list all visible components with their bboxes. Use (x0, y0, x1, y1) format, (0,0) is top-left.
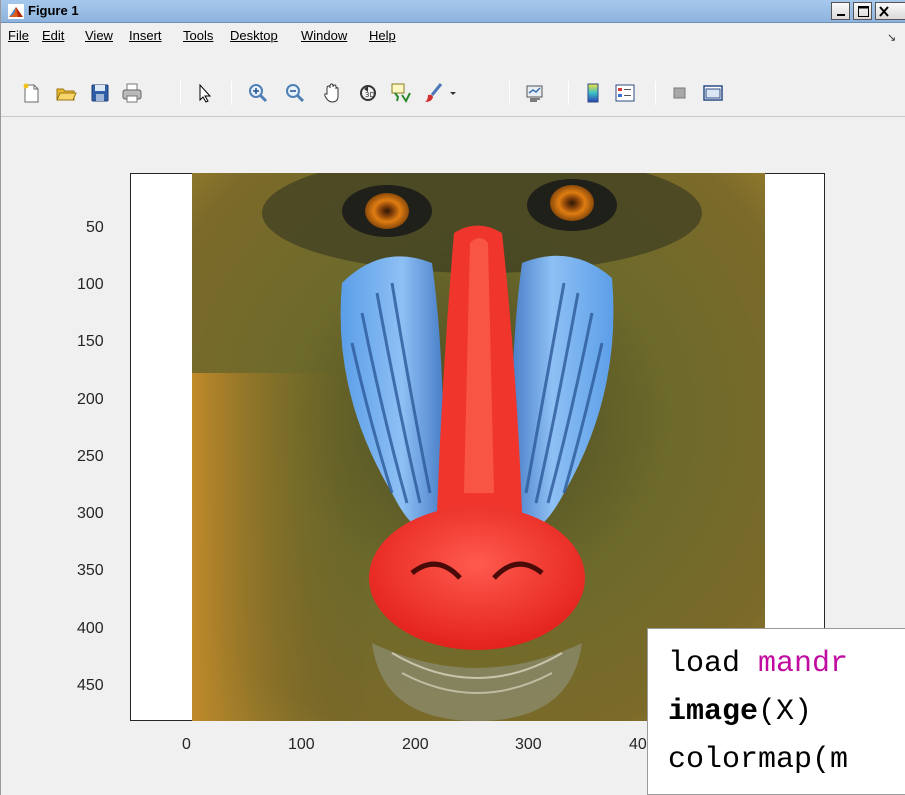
data-cursor-icon[interactable] (389, 81, 413, 105)
minimize-button[interactable] (831, 2, 850, 20)
y-tick-label: 150 (77, 333, 104, 350)
toolbar-separator (509, 81, 510, 105)
menu-window[interactable]: Window (301, 28, 347, 43)
colorbar-icon[interactable] (581, 81, 605, 105)
y-tick-label: 200 (77, 391, 104, 408)
y-tick-label: 100 (77, 276, 104, 293)
menu-insert[interactable]: Insert (129, 28, 162, 43)
x-tick-label: 300 (515, 736, 542, 753)
menu-edit[interactable]: Edit (42, 28, 64, 43)
brush-icon[interactable] (422, 81, 446, 105)
maximize-button[interactable] (853, 2, 872, 20)
code-snippet: load mandr image(X) colormap(m (647, 628, 905, 795)
toolbar-divider (1, 116, 905, 117)
zoom-out-icon[interactable] (283, 81, 307, 105)
print-icon[interactable] (120, 81, 144, 105)
code-function: image (668, 695, 759, 729)
zoom-in-icon[interactable] (246, 81, 270, 105)
menu-file[interactable]: File (8, 28, 29, 43)
y-tick-label: 350 (77, 562, 104, 579)
figure-window: Figure 1 File Edit View Insert Tools Des… (0, 0, 905, 795)
show-plot-tools-icon[interactable] (701, 81, 725, 105)
title-bar[interactable]: Figure 1 (1, 0, 905, 23)
code-command: load (668, 647, 759, 681)
matlab-logo-icon (8, 4, 24, 19)
legend-icon[interactable] (613, 81, 637, 105)
rotate-3d-icon[interactable]: 3D (356, 81, 380, 105)
code-string-arg: mandr (758, 647, 849, 681)
menu-bar: File Edit View Insert Tools Desktop Wind… (1, 24, 905, 48)
toolbar-separator (180, 81, 181, 105)
pan-hand-icon[interactable] (320, 81, 344, 105)
maximize-icon (858, 6, 869, 17)
pointer-icon[interactable] (192, 81, 216, 105)
hide-plot-tools-icon[interactable] (668, 81, 692, 105)
x-tick-label: 200 (402, 736, 429, 753)
close-icon (879, 6, 889, 17)
svg-text:3D: 3D (365, 91, 375, 99)
menu-desktop[interactable]: Desktop (230, 28, 278, 43)
y-tick-label: 450 (77, 677, 104, 694)
toolbar-separator (231, 81, 232, 105)
code-args: (X) (758, 695, 813, 729)
menu-help[interactable]: Help (369, 28, 396, 43)
x-tick-label: 100 (288, 736, 315, 753)
dock-arrow-icon[interactable]: ↘ (887, 31, 896, 44)
new-file-icon[interactable] (19, 81, 43, 105)
menu-view[interactable]: View (85, 28, 113, 43)
close-button[interactable] (875, 2, 905, 20)
y-tick-label: 400 (77, 620, 104, 637)
open-folder-icon[interactable] (54, 81, 78, 105)
save-icon[interactable] (88, 81, 112, 105)
toolbar-separator (655, 81, 656, 105)
minimize-icon (837, 14, 845, 16)
window-title: Figure 1 (28, 3, 79, 18)
y-tick-label: 300 (77, 505, 104, 522)
link-plot-icon[interactable] (523, 81, 547, 105)
code-line-3: colormap(m (668, 743, 849, 777)
x-tick-label: 0 (182, 736, 191, 753)
x-tick-label: 40 (629, 736, 647, 753)
menu-tools[interactable]: Tools (183, 28, 213, 43)
y-tick-label: 50 (86, 219, 104, 236)
brush-dropdown-icon[interactable] (447, 81, 459, 105)
code-line-1: load mandr (668, 647, 848, 681)
code-line-2: image(X) (668, 695, 812, 729)
toolbar-separator (568, 81, 569, 105)
y-tick-label: 250 (77, 448, 104, 465)
